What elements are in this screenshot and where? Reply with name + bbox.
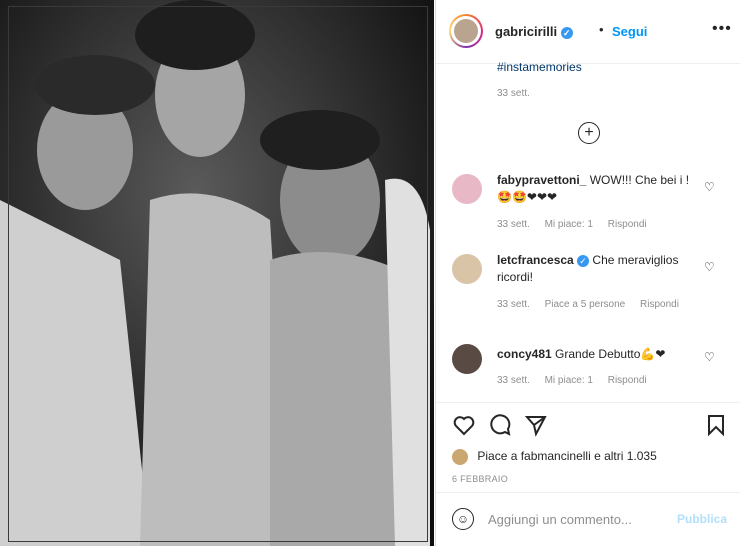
comment-icon[interactable] [488, 413, 512, 443]
follow-button[interactable]: Segui [612, 24, 647, 39]
emoji-icon[interactable]: ☺ [452, 508, 474, 530]
comment-like-heart-icon[interactable]: ♡ [704, 180, 715, 194]
publish-button[interactable]: Pubblica [677, 512, 727, 526]
post-header: gabricirilli ✓ • Segui ••• [436, 0, 740, 64]
comment-time[interactable]: 33 sett. [497, 299, 530, 310]
bookmark-icon[interactable] [704, 413, 728, 443]
comment-like-heart-icon[interactable]: ♡ [704, 260, 715, 274]
comment-time[interactable]: 33 sett. [497, 219, 530, 230]
likes-summary[interactable]: Piace a fabmancinelli e altri 1.035 [452, 449, 657, 465]
add-comment-bar: ☺ Aggiungi un commento... Pubblica [436, 492, 740, 547]
comment-likes[interactable]: Mi piace: 1 [545, 219, 593, 230]
post-photo[interactable] [0, 0, 434, 546]
heart-icon[interactable] [452, 413, 476, 443]
liker-avatar [452, 449, 468, 465]
comment-reply[interactable]: Rispondi [640, 299, 679, 310]
post-side-panel: gabricirilli ✓ • Segui ••• #instamemorie… [435, 0, 740, 546]
commenter-avatar[interactable] [452, 254, 482, 284]
photo-frame [8, 6, 428, 542]
comment-reply[interactable]: Rispondi [608, 219, 647, 230]
author-avatar[interactable] [449, 14, 483, 48]
share-icon[interactable] [524, 413, 548, 443]
load-more-comments-button[interactable]: + [578, 122, 600, 144]
caption-hashtag[interactable]: #instamemories [497, 60, 582, 74]
comment-likes[interactable]: Mi piace: 1 [545, 375, 593, 386]
commenter-avatar[interactable] [452, 174, 482, 204]
comment-reply[interactable]: Rispondi [608, 375, 647, 386]
more-options-icon[interactable]: ••• [712, 20, 732, 38]
comment-text: Grande Debutto💪❤ [555, 347, 666, 361]
verified-badge-icon: ✓ [560, 26, 573, 39]
commenter-avatar[interactable] [452, 344, 482, 374]
separator-dot: • [599, 22, 604, 37]
likes-text: Piace a fabmancinelli e altri 1.035 [477, 449, 657, 464]
comment-likes[interactable]: Piace a 5 persone [545, 299, 626, 310]
commenter-username[interactable]: fabypravettoni_ [497, 173, 586, 187]
comment-time[interactable]: 33 sett. [497, 375, 530, 386]
comment-input[interactable]: Aggiungi un commento... [488, 512, 632, 527]
author-username[interactable]: gabricirilli ✓ [495, 24, 573, 39]
caption-time[interactable]: 33 sett. [497, 88, 530, 99]
comment-like-heart-icon[interactable]: ♡ [704, 350, 715, 364]
commenter-username[interactable]: concy481 [497, 347, 552, 361]
verified-badge-icon: ✓ [577, 254, 590, 267]
post-date[interactable]: 6 FEBBRAIO [452, 474, 508, 484]
commenter-username[interactable]: letcfrancesca [497, 253, 574, 267]
